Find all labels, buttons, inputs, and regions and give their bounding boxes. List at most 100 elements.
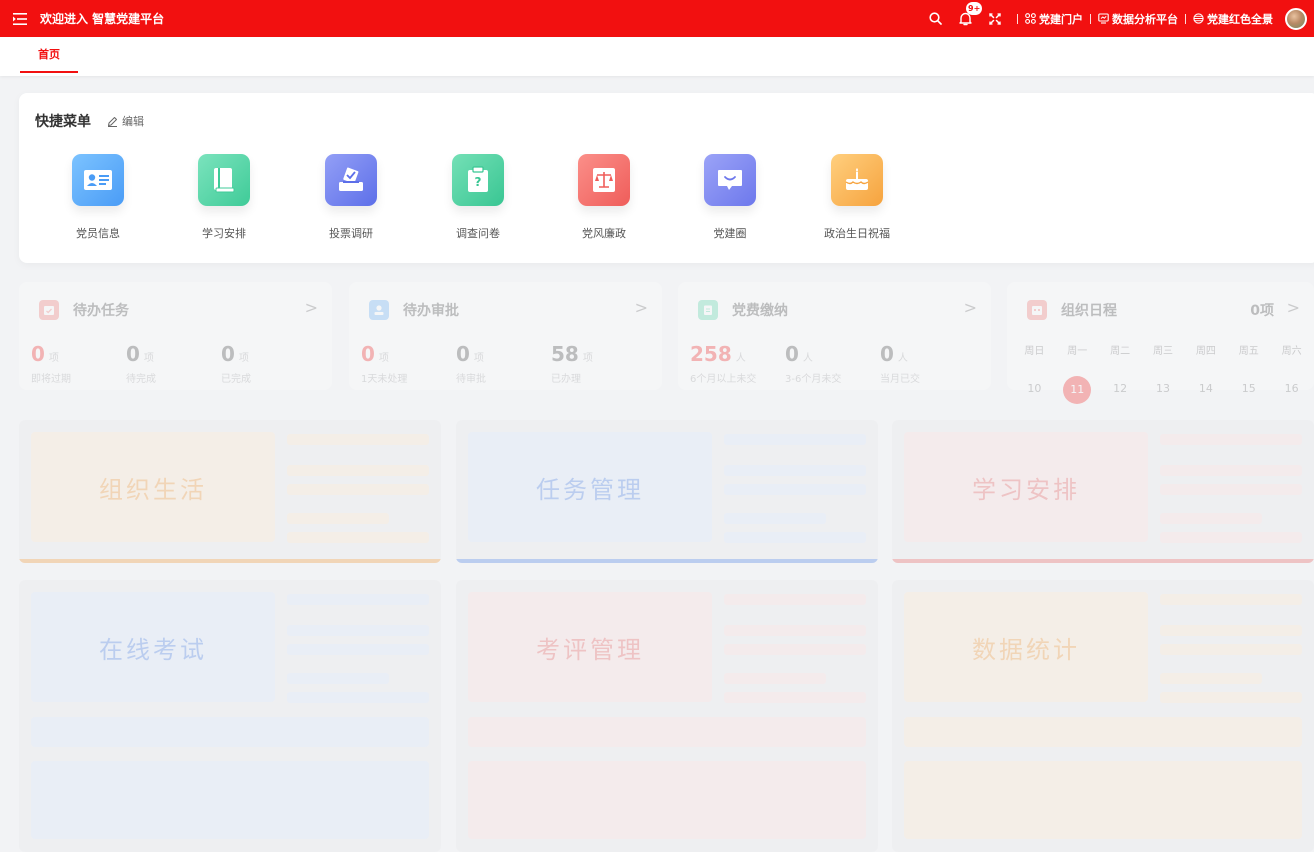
placeholder-line — [724, 434, 866, 445]
weekday-label: 周六 — [1281, 346, 1302, 357]
placeholder-line — [724, 625, 866, 636]
stat-label: 待完成 — [126, 374, 156, 385]
placeholder-bar — [31, 717, 429, 747]
link-party-portal[interactable]: 党建门户 — [1025, 11, 1083, 27]
stat-item: 0项 已完成 — [221, 342, 316, 385]
tab-home[interactable]: 首页 — [20, 37, 78, 73]
user-avatar[interactable] — [1285, 7, 1307, 30]
placeholder-line — [287, 513, 389, 524]
quick-item-questionnaire[interactable]: ? 调查问卷 — [423, 154, 533, 244]
day-number: 16 — [1284, 382, 1299, 395]
placeholder-line — [724, 673, 826, 684]
placeholder-line — [1160, 484, 1302, 495]
party-fee-card[interactable]: 党费缴纳 > 258 人 6个月以上未交 0人 3-6个月未交 0人 当月已交 — [678, 282, 991, 390]
stat-item: 0项 即将过期 — [31, 342, 126, 385]
quick-menu-card: 快捷菜单 编辑 党员信息 学习安排 投票调研 ? 调查问卷 党风廉政 党建圈 政… — [19, 93, 1314, 263]
placeholder-line — [1160, 673, 1262, 684]
stat-label: 1天未处理 — [361, 374, 408, 385]
calendar-day[interactable]: 14 — [1184, 376, 1227, 402]
card-header: 组织日程 — [1027, 300, 1117, 320]
faded-overlay-area: 待办任务 > 0项 即将过期 0项 待完成 0项 已完成 待办审批 > 0 项 … — [0, 268, 1314, 852]
calendar-day[interactable]: 13 — [1142, 376, 1185, 402]
stat-value: 258 — [690, 342, 732, 366]
search-button[interactable] — [920, 0, 950, 37]
placeholder-line — [724, 644, 866, 655]
quick-item-label: 党建圈 — [713, 227, 747, 240]
day-row: 10 11 12 13 14 15 16 — [1013, 376, 1313, 404]
org-schedule-card[interactable]: 组织日程 0项 > 周日 周一 周二 周三 周四 周五 周六 10 11 12 … — [1007, 282, 1314, 404]
feature-evaluation[interactable]: 考评管理 — [456, 580, 878, 852]
feature-study-plan[interactable]: 学习安排 — [892, 420, 1314, 563]
pencil-icon — [108, 116, 117, 127]
stat-unit: 人 — [897, 353, 908, 364]
stat-value: 0 — [785, 342, 799, 366]
placeholder-line — [724, 532, 866, 543]
chevron-right-icon[interactable]: > — [305, 298, 318, 317]
link-data-analysis[interactable]: 数据分析平台 — [1098, 11, 1178, 27]
stat-value: 0 — [361, 342, 375, 366]
search-icon — [928, 12, 942, 25]
weekday-label: 周五 — [1238, 346, 1259, 357]
calendar-day[interactable]: 10 — [1013, 376, 1056, 402]
quick-menu-edit-button[interactable]: 编辑 — [107, 113, 144, 129]
feature-org-life[interactable]: 组织生活 — [19, 420, 441, 563]
placeholder-line — [1160, 532, 1302, 543]
tab-bar: 首页 — [0, 37, 1314, 76]
placeholder-line — [724, 692, 866, 703]
stat-unit: 项 — [582, 353, 593, 364]
feature-online-exam[interactable]: 在线考试 — [19, 580, 441, 852]
day-number: 13 — [1156, 382, 1170, 395]
card-title: 待办审批 — [403, 303, 459, 319]
divider — [1017, 13, 1018, 24]
link-label: 党建门户 — [1039, 12, 1083, 26]
feature-task-management[interactable]: 任务管理 — [456, 420, 878, 563]
quick-item-label: 政治生日祝福 — [824, 227, 890, 240]
quick-menu-title: 快捷菜单 — [35, 114, 91, 130]
calendar-day-today[interactable]: 11 — [1056, 376, 1099, 404]
chevron-right-icon[interactable]: > — [635, 298, 648, 317]
placeholder-bar — [468, 717, 866, 747]
quick-item-label: 投票调研 — [329, 227, 373, 240]
quick-item-integrity[interactable]: 党风廉政 — [549, 154, 659, 244]
todo-task-card[interactable]: 待办任务 > 0项 即将过期 0项 待完成 0项 已完成 — [19, 282, 332, 390]
header-actions: 9+ 党建门户 数据分析平台 党建红色全景 — [920, 0, 1314, 37]
placeholder-line — [287, 594, 429, 605]
card-header: 党费缴纳 — [698, 300, 788, 320]
placeholder-line — [1160, 625, 1302, 636]
quick-item-party-circle[interactable]: 党建圈 — [675, 154, 785, 244]
stat-value: 0 — [31, 342, 45, 366]
link-red-panorama[interactable]: 党建红色全景 — [1193, 11, 1273, 27]
calendar-day[interactable]: 15 — [1227, 376, 1270, 402]
calendar-day[interactable]: 16 — [1270, 376, 1313, 402]
chevron-right-icon[interactable]: > — [1287, 298, 1300, 317]
stat-value: 58 — [551, 342, 579, 366]
quick-item-political-birthday[interactable]: 政治生日祝福 — [802, 154, 912, 244]
menu-toggle-button[interactable] — [0, 0, 40, 37]
quick-item-vote-survey[interactable]: 投票调研 — [296, 154, 406, 244]
todo-approval-card[interactable]: 待办审批 > 0项 1天未处理 0项 待审批 58 项 已办理 — [349, 282, 662, 390]
chat-bubble-icon — [704, 154, 756, 206]
placeholder-line — [287, 434, 429, 445]
stat-item: 258 人 6个月以上未交 — [690, 342, 785, 385]
app-title: 欢迎进入 智慧党建平台 — [40, 12, 165, 26]
placeholder-line — [724, 465, 866, 476]
day-number: 15 — [1241, 382, 1256, 395]
id-card-icon — [72, 154, 124, 206]
chevron-right-icon[interactable]: > — [964, 298, 977, 317]
stat-item: 0人 当月已交 — [880, 342, 975, 385]
calendar-day[interactable]: 12 — [1099, 376, 1142, 402]
notification-button[interactable]: 9+ — [950, 0, 983, 37]
feature-data-statistics[interactable]: 数据统计 — [892, 580, 1314, 852]
card-title: 党费缴纳 — [732, 303, 788, 319]
stat-unit: 人 — [735, 353, 746, 364]
edit-label: 编辑 — [122, 115, 144, 128]
stat-item: 0项 待完成 — [126, 342, 221, 385]
placeholder-line — [724, 594, 866, 605]
fullscreen-button[interactable] — [980, 0, 1010, 37]
feature-title: 组织生活 — [31, 432, 275, 542]
top-navbar: 欢迎进入 智慧党建平台 9+ 党建门户 数据分析平台 党建红色全景 — [0, 0, 1314, 37]
quick-item-study-plan[interactable]: 学习安排 — [169, 154, 279, 244]
quick-item-member-info[interactable]: 党员信息 — [43, 154, 153, 244]
placeholder-block — [904, 761, 1302, 839]
feature-title: 任务管理 — [468, 432, 712, 542]
